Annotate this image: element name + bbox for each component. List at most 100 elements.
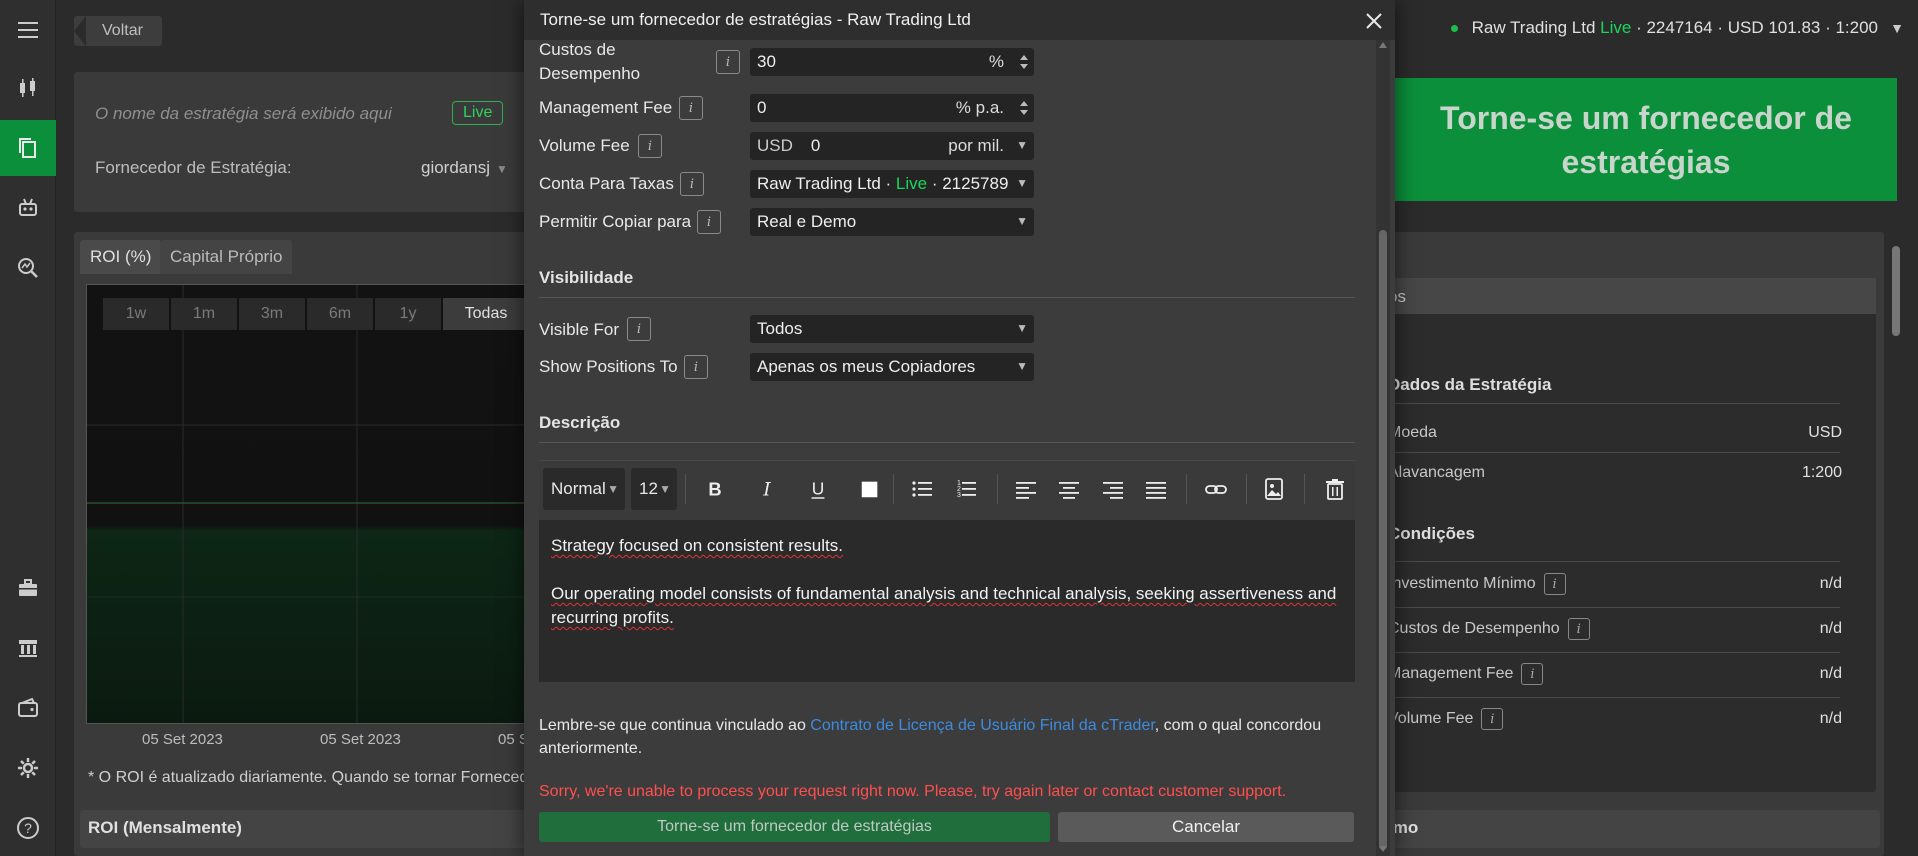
rail-bank-button[interactable] <box>0 620 56 676</box>
stepper-icon[interactable] <box>1016 50 1032 74</box>
stepper-icon[interactable] <box>1016 96 1032 120</box>
performance-fee-value: 30 <box>757 52 776 71</box>
bank-icon <box>19 640 37 657</box>
roi-note: * O ROI é atualizado diariamente. Quando… <box>88 769 528 786</box>
help-icon: ? <box>17 817 39 839</box>
management-fee-label: Management Fee <box>539 98 673 117</box>
hamburger-menu-button[interactable] <box>0 2 56 58</box>
volume-fee-label: Volume Fee <box>539 136 630 155</box>
bold-button[interactable]: B <box>700 474 730 504</box>
performance-fee-input[interactable]: 30 % <box>750 48 1034 76</box>
align-right-button[interactable] <box>1098 474 1128 504</box>
scrollbar-thumb[interactable] <box>1379 230 1387 850</box>
modal-close-button[interactable] <box>1363 10 1385 32</box>
allow-copy-label: Permitir Copiar para <box>539 212 692 231</box>
management-fee-value: n/d <box>1819 665 1842 682</box>
description-editor[interactable]: Strategy focused on consistent results. … <box>539 520 1355 682</box>
image-button[interactable] <box>1259 474 1289 504</box>
image-icon <box>1265 478 1283 500</box>
provider-select[interactable]: giordansj ▼ <box>421 158 508 178</box>
info-icon[interactable]: i <box>684 355 708 379</box>
management-fee-label: Management Fee <box>1388 665 1514 683</box>
format-select[interactable]: Normal ▼ <box>543 468 625 510</box>
rail-analyze-button[interactable] <box>0 240 56 296</box>
left-rail: ? <box>0 0 56 856</box>
account-caret-icon[interactable]: ▼ <box>1890 20 1904 36</box>
align-left-button[interactable] <box>1011 474 1041 504</box>
info-icon[interactable]: i <box>716 50 740 74</box>
visible-for-select[interactable]: Todos ▼ <box>750 315 1034 343</box>
volume-fee-input[interactable]: USD 0 por mil. ▼ <box>750 132 1034 160</box>
range-1w[interactable]: 1w <box>103 298 169 330</box>
license-link[interactable]: Contrato de Licença de Usuário Final da … <box>810 717 1154 734</box>
info-icon[interactable]: i <box>638 134 662 158</box>
rail-settings-button[interactable] <box>0 740 56 796</box>
italic-icon: I <box>762 479 771 500</box>
allow-copy-select[interactable]: Real e Demo ▼ <box>750 208 1034 236</box>
robot-icon <box>19 198 37 216</box>
min-investment-value: n/d <box>1819 575 1842 592</box>
underline-button[interactable]: U <box>803 474 833 504</box>
tab-roi[interactable]: ROI (%) <box>80 240 162 274</box>
page-scrollbar[interactable] <box>1890 230 1902 856</box>
become-provider-cta[interactable]: Torne-se um fornecedor de estratégias <box>1395 78 1897 201</box>
modal-scrollbar[interactable] <box>1376 40 1390 856</box>
tab-capital[interactable]: Capital Próprio <box>160 240 293 274</box>
scrollbar-thumb[interactable] <box>1892 246 1900 336</box>
range-1m[interactable]: 1m <box>171 298 237 330</box>
text-color-button[interactable] <box>855 474 885 504</box>
rail-copy-button[interactable] <box>0 120 56 176</box>
svg-text:3: 3 <box>957 492 961 499</box>
range-1y[interactable]: 1y <box>375 298 441 330</box>
info-icon[interactable]: i <box>1481 708 1504 730</box>
management-fee-input[interactable]: 0 % p.a. <box>750 94 1034 122</box>
rail-help-button[interactable]: ? <box>0 800 56 856</box>
show-positions-select[interactable]: Apenas os meus Copiadores ▼ <box>750 353 1034 381</box>
rail-automate-button[interactable] <box>0 180 56 236</box>
link-button[interactable] <box>1201 474 1231 504</box>
provider-label: Fornecedor de Estratégia: <box>95 158 292 177</box>
divider <box>1388 561 1840 562</box>
clear-button[interactable] <box>1320 474 1350 504</box>
description-paragraph: Strategy focused on consistent results. <box>551 536 843 555</box>
align-center-button[interactable] <box>1054 474 1084 504</box>
back-button[interactable]: Voltar <box>74 16 162 46</box>
toolbar-separator <box>1186 474 1187 504</box>
rail-trade-button[interactable] <box>0 60 56 116</box>
copy-icon <box>19 138 36 158</box>
underline-icon: U <box>811 479 825 499</box>
italic-button[interactable]: I <box>752 474 782 504</box>
info-icon[interactable]: i <box>679 96 703 120</box>
chevron-down-icon: ▼ <box>607 482 619 496</box>
range-all[interactable]: Todas <box>443 298 529 330</box>
align-justify-button[interactable] <box>1141 474 1171 504</box>
font-size-select[interactable]: 12 ▼ <box>631 468 677 510</box>
become-provider-submit-button[interactable]: Torne-se um fornecedor de estratégias <box>539 812 1050 842</box>
info-icon[interactable]: i <box>627 317 651 341</box>
bullet-list-button[interactable] <box>907 474 937 504</box>
fee-account-live: Live <box>895 174 928 193</box>
scroll-down-icon[interactable] <box>1379 846 1387 852</box>
info-icon[interactable]: i <box>697 210 721 234</box>
info-icon[interactable]: i <box>1567 618 1590 640</box>
info-icon[interactable]: i <box>1543 573 1566 595</box>
account-details: · 2247164 · USD 101.83 · 1:200 <box>1636 18 1878 37</box>
numbered-list-button[interactable]: 123 <box>951 474 981 504</box>
rail-portfolio-button[interactable] <box>0 560 56 616</box>
info-icon[interactable]: i <box>680 172 704 196</box>
divider <box>1388 697 1840 698</box>
divider <box>1388 652 1840 653</box>
rail-wallet-button[interactable] <box>0 680 56 736</box>
license-prefix: Lembre-se que continua vinculado ao <box>539 717 811 734</box>
scroll-up-icon[interactable] <box>1379 42 1387 48</box>
volume-fee-suffix: por mil. <box>948 136 1004 155</box>
volume-fee-label: Volume Fee <box>1388 710 1474 728</box>
range-6m[interactable]: 6m <box>307 298 373 330</box>
cancel-button[interactable]: Cancelar <box>1058 812 1354 842</box>
show-positions-label: Show Positions To <box>539 357 678 376</box>
fee-account-select[interactable]: Raw Trading Ltd · Live · 2125789 · U ▼ <box>750 170 1034 198</box>
info-icon[interactable]: i <box>1521 663 1544 685</box>
account-selector[interactable]: Raw Trading Ltd Live · 2247164 · USD 101… <box>1450 18 1878 38</box>
description-title: Descrição <box>539 413 621 432</box>
range-3m[interactable]: 3m <box>239 298 305 330</box>
